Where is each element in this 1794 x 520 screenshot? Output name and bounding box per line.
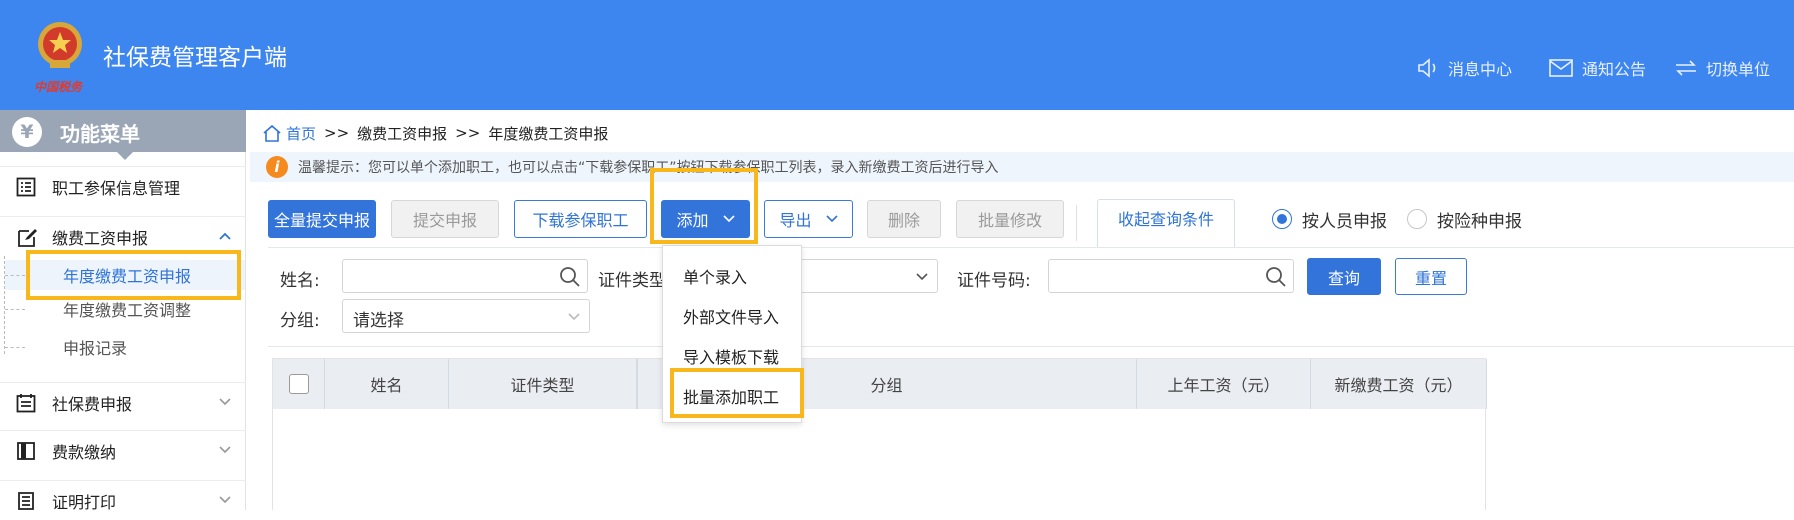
sidebar-header: ¥ 功能菜单 bbox=[0, 110, 246, 160]
notice-board-label: 通知公告 bbox=[1582, 60, 1647, 79]
sidebar-item-fee-payment[interactable]: 费款缴纳 bbox=[0, 430, 246, 470]
sidebar-subitem-label: 申报记录 bbox=[63, 339, 128, 358]
speaker-icon bbox=[1418, 58, 1436, 78]
breadcrumb-level1: 缴费工资申报 bbox=[357, 124, 448, 143]
sidebar-item-fee-declare[interactable]: 社保费申报 bbox=[0, 382, 246, 422]
column-header-new-wage[interactable]: 新缴费工资（元） bbox=[1311, 359, 1487, 409]
notice-bar: i 温馨提示：您可以单个添加职工，也可以点击“下载参保职工”按钮下载参保职工列表… bbox=[250, 152, 1794, 182]
highlight-batch-add bbox=[670, 368, 804, 418]
column-header-id-type[interactable]: 证件类型 bbox=[449, 359, 637, 409]
switch-unit-link[interactable]: 切换单位 bbox=[1674, 56, 1770, 80]
menu-item-template-download[interactable]: 导入模板下载 bbox=[683, 344, 779, 368]
sidebar-subitem-label: 年度缴费工资调整 bbox=[63, 301, 192, 320]
edit-icon bbox=[18, 229, 37, 247]
group-label: 分组: bbox=[280, 311, 320, 331]
sidebar-header-notch bbox=[117, 152, 133, 160]
staff-table: 姓名 证件类型 分组 上年工资（元） 新缴费工资（元） bbox=[272, 358, 1487, 510]
notice-board-link[interactable]: 通知公告 bbox=[1548, 56, 1646, 80]
sidebar-item-label: 社保费申报 bbox=[52, 394, 133, 414]
submit-all-button[interactable]: 全量提交申报 bbox=[268, 200, 376, 238]
radio-by-person[interactable]: 按人员申报 bbox=[1272, 207, 1387, 232]
search-icon[interactable] bbox=[559, 266, 581, 288]
tree-dash bbox=[5, 346, 25, 348]
select-all-checkbox[interactable] bbox=[288, 374, 309, 394]
home-icon bbox=[263, 124, 281, 142]
batch-edit-button[interactable]: 批量修改 bbox=[956, 200, 1064, 238]
breadcrumb-separator: >> bbox=[324, 124, 350, 142]
sidebar-item-label: 证明打印 bbox=[52, 492, 117, 512]
table-header: 姓名 证件类型 分组 上年工资（元） 新缴费工资（元） bbox=[273, 359, 1487, 409]
export-dropdown-button[interactable]: 导出 bbox=[764, 200, 853, 238]
sidebar-item-label: 缴费工资申报 bbox=[52, 228, 149, 248]
breadcrumb-home-link[interactable]: 首页 bbox=[286, 123, 316, 144]
sidebar-item-label: 职工参保信息管理 bbox=[52, 178, 181, 198]
sidebar-item-certificate-print[interactable]: 证明打印 bbox=[0, 480, 246, 520]
export-button-label: 导出 bbox=[779, 211, 812, 230]
sidebar-title: 功能菜单 bbox=[60, 122, 140, 146]
delete-button[interactable]: 删除 bbox=[867, 200, 941, 238]
breadcrumb-separator: >> bbox=[455, 124, 481, 142]
submit-button[interactable]: 提交申报 bbox=[391, 200, 499, 238]
chevron-down-icon bbox=[825, 215, 838, 223]
switch-unit-label: 切换单位 bbox=[1706, 60, 1771, 79]
search-icon[interactable] bbox=[1265, 266, 1287, 288]
chevron-down-icon bbox=[219, 496, 231, 504]
info-warning-icon: i bbox=[266, 156, 288, 178]
list-icon bbox=[16, 177, 36, 197]
id-type-select[interactable] bbox=[790, 259, 938, 293]
tree-dash bbox=[5, 308, 25, 310]
collapse-query-tab[interactable]: 收起查询条件 bbox=[1097, 199, 1235, 247]
message-center-link[interactable]: 消息中心 bbox=[1416, 56, 1512, 80]
chevron-down-icon bbox=[568, 313, 580, 321]
chevron-up-icon bbox=[219, 232, 231, 240]
group-select-value: 请选择 bbox=[353, 311, 404, 331]
radio-by-person-label: 按人员申报 bbox=[1302, 211, 1387, 232]
tree-dash bbox=[5, 274, 25, 276]
sidebar-item-label: 费款缴纳 bbox=[52, 442, 117, 462]
message-center-label: 消息中心 bbox=[1448, 60, 1513, 79]
chevron-down-icon bbox=[219, 398, 231, 406]
mail-icon bbox=[1549, 59, 1573, 77]
name-label: 姓名: bbox=[280, 271, 320, 291]
national-emblem-icon bbox=[38, 22, 82, 68]
app-header: 中国税务 社保费管理客户端 消息中心 通知公告 切换单位 bbox=[0, 0, 1794, 110]
notice-text: 温馨提示：您可以单个添加职工，也可以点击“下载参保职工”按钮下载参保职工列表，录… bbox=[298, 160, 999, 176]
sidebar-subitem-records[interactable]: 申报记录 bbox=[5, 332, 245, 362]
radio-circle[interactable] bbox=[1407, 209, 1427, 229]
switch-icon bbox=[1676, 60, 1696, 76]
menu-item-single-entry[interactable]: 单个录入 bbox=[683, 264, 747, 288]
breadcrumb-level2: 年度缴费工资申报 bbox=[488, 124, 609, 143]
print-list-icon bbox=[18, 492, 34, 510]
query-button[interactable]: 查询 bbox=[1307, 258, 1381, 295]
column-header-name[interactable]: 姓名 bbox=[325, 359, 449, 409]
breadcrumb: 首页 >> 缴费工资申报 >> 年度缴费工资申报 bbox=[262, 122, 608, 144]
reset-button[interactable]: 重置 bbox=[1395, 258, 1467, 295]
download-staff-button[interactable]: 下载参保职工 bbox=[514, 200, 647, 238]
column-header-last-year-wage[interactable]: 上年工资（元） bbox=[1137, 359, 1311, 409]
group-select[interactable]: 请选择 bbox=[342, 299, 590, 333]
chevron-down-icon bbox=[916, 273, 928, 281]
book-icon bbox=[17, 442, 35, 460]
name-input[interactable] bbox=[342, 259, 588, 293]
highlight-add-button bbox=[650, 168, 758, 244]
sidebar-item-staff-info[interactable]: 职工参保信息管理 bbox=[0, 166, 246, 206]
sidebar: ¥ 功能菜单 职工参保信息管理 缴费工资申报 年度缴费工资申报 年度缴费工资调整… bbox=[0, 110, 246, 512]
highlight-annual-declare bbox=[26, 250, 241, 300]
yuan-icon: ¥ bbox=[12, 117, 42, 147]
app-title: 社保费管理客户端 bbox=[103, 45, 287, 71]
radio-by-type[interactable]: 按险种申报 bbox=[1407, 207, 1522, 232]
select-all-cell bbox=[273, 359, 325, 409]
id-type-label: 证件类型 bbox=[598, 271, 666, 291]
calendar-icon bbox=[16, 394, 36, 413]
id-number-input[interactable] bbox=[1048, 259, 1294, 293]
menu-item-external-import[interactable]: 外部文件导入 bbox=[683, 304, 779, 328]
chevron-down-icon bbox=[219, 446, 231, 454]
radio-circle-selected[interactable] bbox=[1272, 209, 1292, 229]
radio-by-type-label: 按险种申报 bbox=[1437, 211, 1522, 232]
tax-brand-logo-text: 中国税务 bbox=[34, 80, 83, 94]
id-number-label: 证件号码: bbox=[957, 271, 1031, 291]
toolbar-divider bbox=[1076, 205, 1077, 241]
